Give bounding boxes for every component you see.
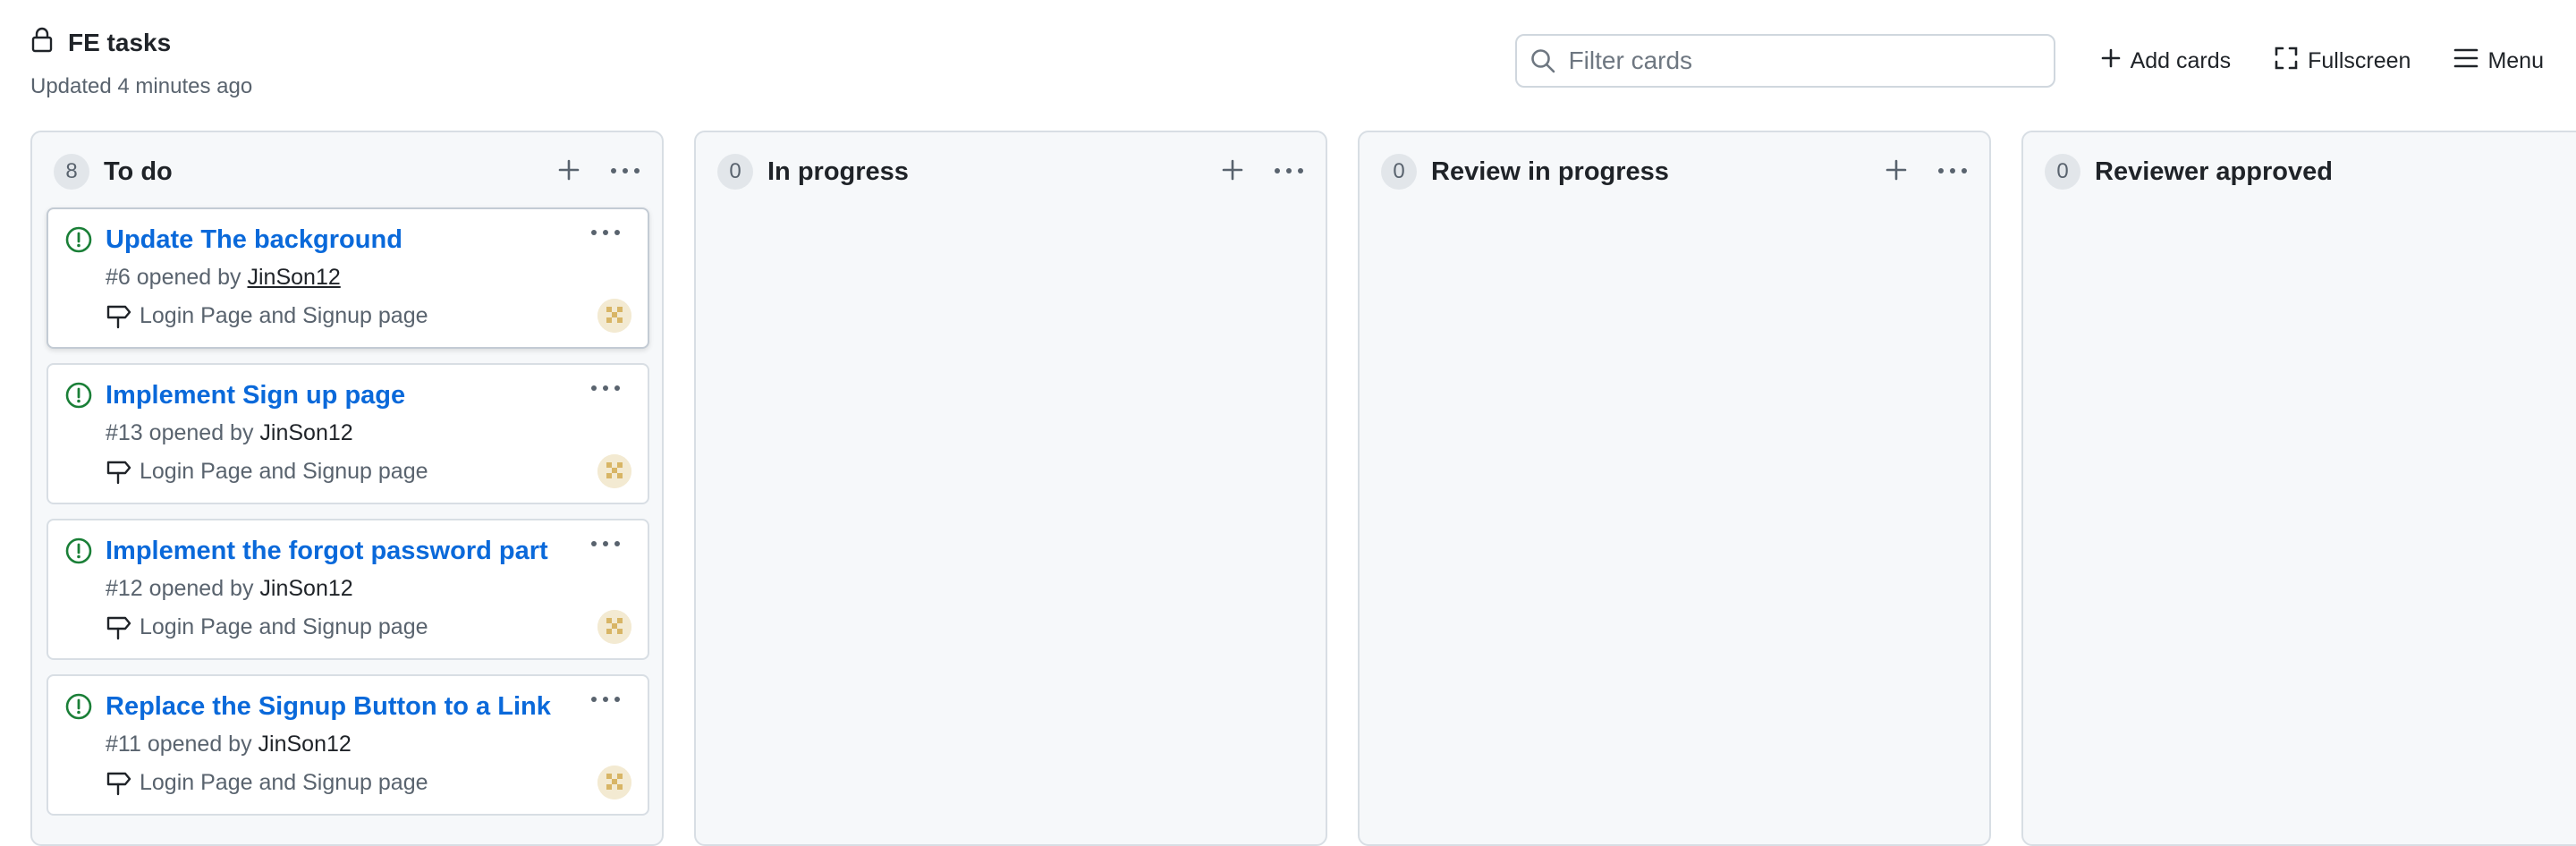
column-review-in-progress: 0 Review in progress — [1358, 131, 1991, 846]
add-cards-button[interactable]: Add cards — [2100, 47, 2232, 75]
filter-cards-input[interactable] — [1566, 46, 2018, 76]
fullscreen-icon — [2274, 46, 2299, 77]
opened-by-text: opened by — [148, 576, 254, 601]
fullscreen-button[interactable]: Fullscreen — [2274, 46, 2411, 77]
lock-icon — [30, 27, 54, 58]
issue-opened-icon — [64, 381, 93, 414]
assignee-avatar[interactable] — [597, 610, 631, 644]
milestone[interactable]: Login Page and Signup page — [106, 302, 428, 329]
column-title: To do — [104, 157, 173, 186]
issue-number: #13 — [106, 420, 143, 445]
milestone-icon — [106, 772, 131, 796]
assignee-avatar[interactable] — [597, 454, 631, 488]
card-menu-icon[interactable] — [590, 692, 621, 708]
column-card-count: 0 — [1381, 154, 1417, 190]
column-menu-icon[interactable] — [1274, 164, 1304, 180]
card-menu-icon[interactable] — [590, 537, 621, 553]
issue-title-link[interactable]: Replace the Signup Button to a Link — [106, 692, 551, 722]
column-title: Review in progress — [1431, 157, 1669, 186]
milestone-label: Login Page and Signup page — [140, 769, 428, 795]
author-link[interactable]: JinSon12 — [258, 732, 352, 757]
issue-title-link[interactable]: Implement Sign up page — [106, 381, 405, 410]
column-in-progress: 0 In progress — [694, 131, 1327, 846]
issue-card[interactable]: Implement Sign up page #13 opened by Jin… — [47, 363, 649, 504]
milestone[interactable]: Login Page and Signup page — [106, 613, 428, 640]
card-list: Update The background #6 opened by JinSo… — [47, 207, 649, 830]
project-board: 8 To do Update The background #6 opened … — [30, 131, 2576, 846]
updated-timestamp: Updated 4 minutes ago — [30, 74, 253, 98]
assignee-avatar[interactable] — [597, 766, 631, 799]
add-card-icon[interactable] — [1885, 159, 1907, 185]
project-title-row: FE tasks — [30, 27, 252, 58]
column-header: 8 To do — [32, 152, 662, 191]
column-menu-icon[interactable] — [610, 164, 640, 180]
column-card-count: 0 — [717, 154, 753, 190]
project-title: FE tasks — [68, 28, 172, 56]
issue-title-link[interactable]: Update The background — [106, 225, 402, 255]
column-header: 0 Reviewer approved — [2023, 152, 2576, 191]
milestone-icon — [106, 305, 131, 329]
issue-card[interactable]: Update The background #6 opened by JinSo… — [47, 207, 649, 349]
milestone[interactable]: Login Page and Signup page — [106, 769, 428, 796]
issue-meta: #6 opened by JinSon12 — [106, 265, 341, 291]
author-link[interactable]: JinSon12 — [259, 576, 352, 601]
issue-opened-icon — [64, 537, 93, 570]
menu-button[interactable]: Menu — [2453, 47, 2544, 75]
add-card-icon[interactable] — [558, 159, 580, 185]
column-to-do: 8 To do Update The background #6 opened … — [30, 131, 664, 846]
hamburger-icon — [2453, 47, 2479, 75]
column-title: Reviewer approved — [2095, 157, 2333, 186]
column-menu-icon[interactable] — [1937, 164, 1968, 180]
assignee-avatar[interactable] — [597, 299, 631, 333]
project-header: FE tasks Updated 4 minutes ago — [30, 27, 252, 99]
issue-meta: #13 opened by JinSon12 — [106, 420, 353, 446]
issue-number: #6 — [106, 265, 131, 290]
issue-opened-icon — [64, 225, 93, 258]
column-header: 0 Review in progress — [1360, 152, 1989, 191]
fullscreen-label: Fullscreen — [2308, 47, 2411, 73]
author-link[interactable]: JinSon12 — [259, 420, 352, 445]
opened-by-text: opened by — [136, 265, 242, 290]
column-title: In progress — [767, 157, 909, 186]
column-header: 0 In progress — [696, 152, 1326, 191]
project-toolbar: Add cards Fullscreen Menu — [1514, 34, 2544, 88]
milestone[interactable]: Login Page and Signup page — [106, 458, 428, 485]
issue-number: #12 — [106, 576, 143, 601]
search-icon — [1530, 47, 1556, 74]
issue-card[interactable]: Implement the forgot password part #12 o… — [47, 519, 649, 660]
menu-label: Menu — [2487, 47, 2544, 73]
column-card-count: 0 — [2045, 154, 2080, 190]
milestone-label: Login Page and Signup page — [140, 302, 428, 328]
issue-meta: #12 opened by JinSon12 — [106, 576, 353, 602]
add-cards-label: Add cards — [2130, 47, 2232, 73]
milestone-icon — [106, 461, 131, 485]
filter-cards-field[interactable] — [1514, 34, 2055, 88]
column-reviewer-approved: 0 Reviewer approved — [2021, 131, 2576, 846]
author-link[interactable]: JinSon12 — [248, 265, 341, 290]
milestone-label: Login Page and Signup page — [140, 613, 428, 639]
opened-by-text: opened by — [148, 420, 254, 445]
issue-meta: #11 opened by JinSon12 — [106, 732, 352, 757]
plus-icon — [2100, 47, 2122, 75]
add-card-icon[interactable] — [1222, 159, 1243, 185]
milestone-label: Login Page and Signup page — [140, 458, 428, 484]
issue-opened-icon — [64, 692, 93, 725]
opened-by-text: opened by — [147, 732, 252, 757]
card-menu-icon[interactable] — [590, 381, 621, 397]
issue-card[interactable]: Replace the Signup Button to a Link #11 … — [47, 674, 649, 816]
column-card-count: 8 — [54, 154, 89, 190]
issue-title-link[interactable]: Implement the forgot password part — [106, 537, 548, 566]
issue-number: #11 — [106, 732, 141, 757]
milestone-icon — [106, 616, 131, 640]
card-menu-icon[interactable] — [590, 225, 621, 241]
